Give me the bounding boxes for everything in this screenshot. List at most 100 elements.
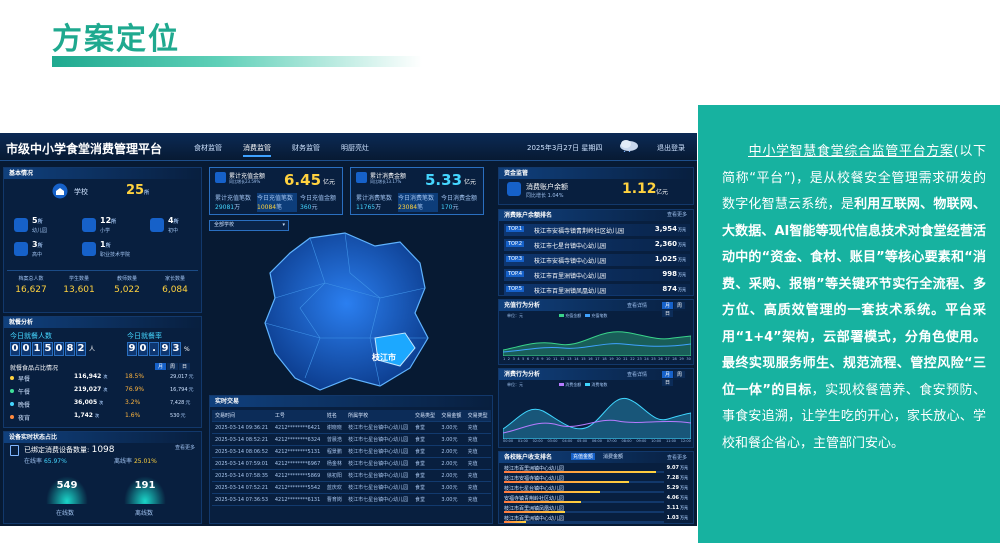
table-cell: 2025-03-14 07:58:35 xyxy=(212,469,272,482)
consume-total-count: 累计消费笔数 11765万 xyxy=(356,193,396,211)
table-cell: 4212********6421 xyxy=(271,421,324,434)
online-rate-label: 在线率 xyxy=(24,458,43,465)
nav-tab-food[interactable]: 食材监管 xyxy=(194,143,222,153)
recharge-total-count-unit: 万 xyxy=(234,204,241,211)
district-map xyxy=(264,232,429,391)
consume-trend-x-tick: 12:00 xyxy=(680,439,691,443)
recharge-trend-tabs: 月周日 xyxy=(661,301,693,317)
consume-total-count-label: 累计消费笔数 xyxy=(356,195,393,202)
nav-tab-finance[interactable]: 财务监管 xyxy=(292,143,320,153)
consume-trend-x-tick: 01:00 xyxy=(517,439,528,443)
school-rank-row: 安福寺镇青荆岭社区幼儿园 4.06万元 xyxy=(504,495,690,504)
consume-today-amount-unit: 元 xyxy=(452,204,459,211)
offline-count-value: 191 xyxy=(134,480,156,491)
description-platform-name: 中小学智慧食堂综合监管平台方案 xyxy=(748,144,954,159)
recharge-trend-x-tick: 21 xyxy=(623,357,628,361)
table-cell: 4212********5131 xyxy=(271,445,324,458)
counter-digit: 0 xyxy=(54,342,64,356)
ranking-value: 2,360万元 xyxy=(655,240,686,248)
school-rank-track xyxy=(504,521,664,523)
legend-recharge-count: 充值笔数 xyxy=(591,313,608,318)
school-icon xyxy=(52,183,68,199)
table-cell: 枝江市七星台镇中心幼儿园 xyxy=(345,493,412,506)
consume-trend-x-tick: 11:00 xyxy=(665,439,677,443)
table-cell: 2025-03-14 08:06:52 xyxy=(212,445,272,458)
level-count-unit: 所 xyxy=(105,243,111,249)
table-cell: 4212********6324 xyxy=(271,433,324,446)
level-count: 1所 xyxy=(100,240,111,249)
recharge-trend-x-tick: 28 xyxy=(672,357,677,361)
consume-trend-tab[interactable]: 月 xyxy=(662,371,674,378)
counter-digit: 5 xyxy=(43,342,53,356)
meal-count: 219,027 次 xyxy=(74,386,107,393)
consume-trend-x-tick: 10:00 xyxy=(651,439,662,443)
consume-trend-tab[interactable]: 日 xyxy=(662,379,674,386)
meal-ratio-tab[interactable]: 日 xyxy=(179,363,191,370)
recharge-unit: 亿元 xyxy=(323,179,336,186)
consume-total-count-value: 11765 xyxy=(356,204,376,211)
school-rank-bar xyxy=(504,511,565,513)
today-people-label: 今日就餐人数 xyxy=(10,332,52,340)
recharge-trend-x-tick: 23 xyxy=(637,357,642,361)
today-rate-unit: % xyxy=(184,346,190,353)
recharge-trend-more[interactable]: 查看详情 xyxy=(627,302,647,309)
consume-card: 累计消费金额 同比增长13.17% 5.33 亿元 累计消费笔数 11765万 今… xyxy=(350,167,484,215)
online-rate-value: 65.97% xyxy=(43,458,67,465)
meal-amount-value: 16,794 xyxy=(170,387,188,393)
school-rank-bar xyxy=(504,481,629,483)
recharge-trend-tab[interactable]: 日 xyxy=(662,310,674,317)
basic-info-header: 基本情况 xyxy=(4,168,201,179)
meal-pct: 1.6% xyxy=(125,412,141,419)
level-count: 4所 xyxy=(168,216,179,225)
ranking-value: 1,025万元 xyxy=(655,255,686,263)
slide: 方案定位 市级中小学食堂消费管理平台 食材监管 消费监管 财务监管 明厨亮灶 2… xyxy=(0,0,1000,543)
nav-tab-consume[interactable]: 消费监管 xyxy=(243,143,271,157)
school-rank-tab-recharge[interactable]: 充值金额 xyxy=(571,453,596,460)
ranking-row: TOP.1 枝江市安福寺镇青荆岭社区幼儿园 3,954万元 xyxy=(504,224,690,236)
counter-digit: 0 xyxy=(10,342,20,356)
ranking-more-link[interactable]: 查看更多 xyxy=(667,211,687,218)
offline-rate-value: 25.01% xyxy=(133,458,157,465)
meal-count: 36,005 次 xyxy=(74,399,103,406)
funds-header: 资金监管 xyxy=(499,168,693,179)
logout-button[interactable]: 退出登录 xyxy=(657,143,685,153)
meal-ratio-tab[interactable]: 周 xyxy=(167,363,179,370)
school-rank-tab-consume[interactable]: 消费金额 xyxy=(601,453,625,460)
school-rank-value-unit: 万元 xyxy=(680,465,688,470)
consume-trend-unit: 单位：元 xyxy=(507,382,523,387)
meal-ratio-tab[interactable]: 月 xyxy=(155,363,167,370)
recharge-today-amount: 今日充值金额 360元 xyxy=(300,193,340,211)
nav-tab-kitchen[interactable]: 明厨亮灶 xyxy=(341,143,369,153)
table-cell: 4212********5542 xyxy=(271,481,324,494)
dining-analysis-panel: 就餐分析 今日就餐人数 0015082人 今日就餐率 9 0. 9 3% 就餐食品占比… xyxy=(3,316,202,428)
consume-trend-tab[interactable]: 周 xyxy=(674,371,686,378)
recharge-icon xyxy=(215,172,226,183)
balance-compare: 同比增长 1.04% xyxy=(526,193,564,199)
dashboard-title: 市级中小学食堂消费管理平台 xyxy=(6,142,163,156)
funds-panel: 资金监管 消费账户余额 同比增长 1.04% 1.12 亿元 xyxy=(498,167,694,205)
consume-trend-x-tick: 04:00 xyxy=(562,439,573,443)
counter-digit: 9 xyxy=(160,342,170,356)
population-stat-value: 5,022 xyxy=(114,285,140,295)
title-underline xyxy=(52,56,422,67)
recharge-trend-tab[interactable]: 周 xyxy=(674,302,686,309)
meal-dot xyxy=(10,389,14,393)
transactions-panel: 实时交易 交易时间 工号 姓名 所属学校 交易类型 交易金额 交易类型 2025-03-14… xyxy=(209,395,493,524)
device-more-link[interactable]: 查看更多 xyxy=(175,444,195,451)
recharge-trend-legend: 充值金额 充值笔数 xyxy=(559,313,607,319)
population-stat-value: 13,601 xyxy=(63,285,95,295)
recharge-trend-x-tick: 26 xyxy=(658,357,663,361)
meal-pct: 18.5% xyxy=(125,373,145,380)
table-row: 2025-03-14 07:52:21 4212********5542 蓝庆欢 枝江… xyxy=(212,481,491,494)
recharge-trend-tab[interactable]: 月 xyxy=(662,302,674,309)
ranking-value-unit: 万元 xyxy=(678,272,686,277)
recharge-trend-x-tick: 12 xyxy=(560,357,565,361)
legend-recharge-amount: 充值金额 xyxy=(565,313,582,318)
description-panel: 中小学智慧食堂综合监管平台方案(以下简称“平台”)，是从校餐安全管理需求研发的数… xyxy=(698,105,1000,543)
ranking-school: 枝江市安福寺镇青荆岭社区幼儿园 xyxy=(534,228,625,235)
school-rank-value-number: 1.03 xyxy=(666,515,679,521)
consume-trend-more[interactable]: 查看详情 xyxy=(627,371,647,378)
school-rank-more[interactable]: 查看更多 xyxy=(667,454,687,461)
transactions-column-header: 所属学校 xyxy=(345,410,412,422)
meal-amount-value: 530 xyxy=(170,413,180,419)
